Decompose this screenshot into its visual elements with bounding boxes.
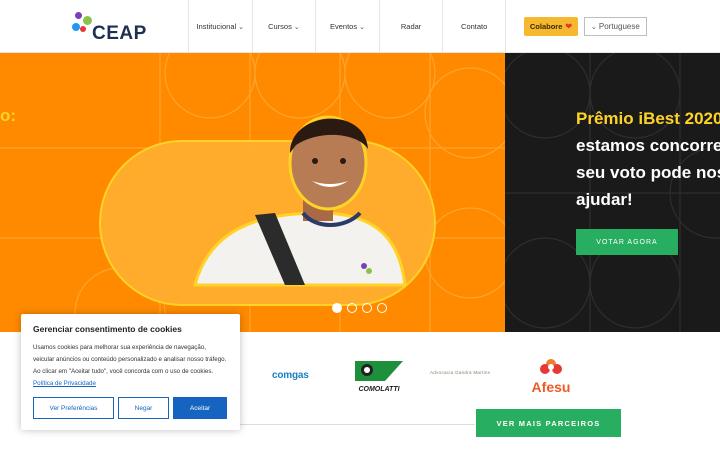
nav-label: Radar <box>400 22 422 31</box>
slider-dot-2[interactable] <box>347 303 357 313</box>
hero-title-line: estamos concorrendo, <box>576 136 720 155</box>
nav-item-cursos[interactable]: Cursos ⌄ <box>251 0 316 53</box>
nav-label: Cursos <box>268 22 292 31</box>
logo-dot-purple <box>75 12 82 19</box>
nav-item-radar[interactable]: Radar <box>378 0 443 53</box>
cookie-consent-dialog: Gerenciar consentimento de cookies Usamo… <box>21 314 240 430</box>
cookie-text: Usamos cookies para melhorar sua experiê… <box>33 342 228 390</box>
cookie-body: Usamos cookies para melhorar sua experiê… <box>33 344 227 375</box>
comolatti-mark <box>355 361 403 381</box>
main-nav: Institucional ⌄ Cursos ⌄ Eventos ⌄ Radar Co… <box>188 0 506 53</box>
site-header: CEAP Institucional ⌄ Cursos ⌄ Eventos ⌄ Rad… <box>0 0 720 53</box>
nav-item-institucional[interactable]: Institucional ⌄ <box>188 0 252 53</box>
votar-agora-button[interactable]: VOTAR AGORA <box>576 229 678 255</box>
nav-label: Institucional <box>196 22 237 31</box>
logo-dot-green <box>83 16 92 25</box>
ceap-logo[interactable]: CEAP <box>72 12 146 44</box>
chevron-down-icon: ⌄ <box>359 23 365 31</box>
nav-item-contato[interactable]: Contato <box>442 0 506 53</box>
cookie-title: Gerenciar consentimento de cookies <box>33 324 182 334</box>
partner-logo-comgas[interactable]: comgas <box>272 370 309 381</box>
page: CEAP Institucional ⌄ Cursos ⌄ Eventos ⌄ Rad… <box>0 0 720 450</box>
slider-dot-3[interactable] <box>362 303 372 313</box>
partner-logo-comolatti[interactable]: COMOLATTI <box>355 361 403 393</box>
partner-logo-gandra-martins[interactable]: Advocacia Gandra Martins <box>430 370 490 375</box>
divider <box>240 424 475 425</box>
nav-label: Contato <box>461 22 488 31</box>
logo-text: CEAP <box>92 23 147 44</box>
view-preferences-button[interactable]: Ver Preferências <box>33 397 114 419</box>
language-select[interactable]: ⌄ Portuguese <box>584 17 647 36</box>
slider-dots <box>332 303 387 313</box>
chevron-down-icon: ⌄ <box>293 23 300 31</box>
partner-logo-text: comgas <box>272 370 309 381</box>
partner-logo-text: Afesu <box>531 379 571 395</box>
slider-dot-4[interactable] <box>377 303 387 313</box>
logo-dot-blue <box>72 23 80 31</box>
colabore-label: Colabore <box>529 22 563 31</box>
cookie-buttons: Ver Preferências Negar Aceitar <box>33 397 227 419</box>
language-value: Portuguese <box>598 22 640 31</box>
privacy-policy-link[interactable]: Política de Privacidade <box>33 380 96 387</box>
hero-left-fragment: o: <box>0 106 17 125</box>
logo-dot-red <box>80 26 86 32</box>
nav-label: Eventos <box>329 22 358 31</box>
ver-mais-parceiros-button[interactable]: VER MAIS PARCEIROS <box>476 409 621 437</box>
hero-pattern <box>0 53 505 332</box>
slider-dot-1[interactable] <box>332 303 342 313</box>
nav-item-eventos[interactable]: Eventos ⌄ <box>315 0 379 53</box>
heart-icon: ❤ <box>565 22 573 31</box>
reject-button[interactable]: Negar <box>118 397 169 419</box>
hero-title-line: ajudar! <box>576 190 633 209</box>
partner-logo-afesu[interactable]: Afesu <box>528 358 574 395</box>
chevron-down-icon: ⌄ <box>238 23 245 31</box>
hero-title-line: seu voto pode nos <box>576 163 720 182</box>
afesu-flower-icon <box>540 359 562 374</box>
colabore-button[interactable]: Colabore ❤ <box>524 17 578 36</box>
chevron-down-icon: ⌄ <box>591 23 597 31</box>
hero-slide-image: o: <box>0 53 505 332</box>
hero-title: Prêmio iBest 2020: estamos concorrendo, … <box>576 105 720 213</box>
hero-title-accent: Prêmio iBest 2020: <box>576 109 720 128</box>
accept-button[interactable]: Aceitar <box>173 397 227 419</box>
partner-logo-text: COMOLATTI <box>358 386 400 393</box>
partner-logo-text: Advocacia Gandra Martins <box>430 370 491 375</box>
